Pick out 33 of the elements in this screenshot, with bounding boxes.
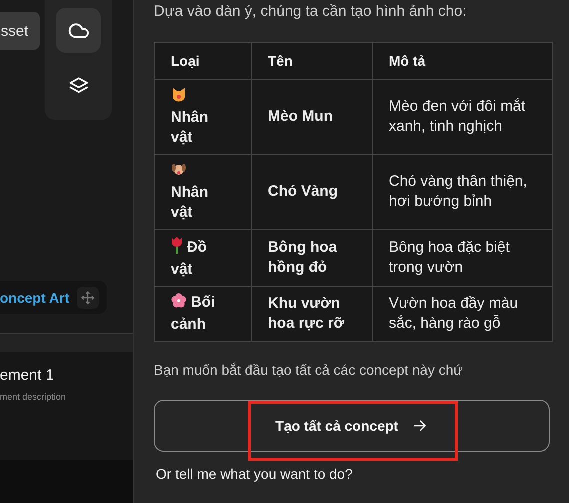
table-cell: Bông hoa đặc biệt trong vườn <box>372 230 552 286</box>
canvas-node[interactable]: oncept Art <box>0 281 108 314</box>
table-cell: Đồ vật <box>154 230 252 286</box>
blossom-icon <box>171 293 187 309</box>
asset-button[interactable]: sset <box>0 12 40 50</box>
table-cell: Mèo Mun <box>252 80 372 154</box>
element-title: ement 1 <box>0 367 56 384</box>
table-cell: Mèo đen với đôi mắt xanh, tinh nghịch <box>372 80 552 154</box>
arrow-right-icon <box>412 418 428 434</box>
node-label: oncept Art <box>0 290 70 306</box>
table-cell: Vườn hoa đầy màu sắc, hàng rào gỗ <box>372 286 552 342</box>
column-header: Tên <box>252 42 372 80</box>
move-button[interactable] <box>77 286 100 308</box>
question-text: Bạn muốn bắt đầu tạo tất cả các concept này chứ <box>154 362 464 378</box>
table-cell: Nhân vật <box>154 154 252 230</box>
dog-face-icon <box>171 161 187 177</box>
layers-icon <box>68 76 88 96</box>
cat-face-icon <box>171 86 187 102</box>
column-header: Mô tả <box>372 42 552 80</box>
table-cell: Khu vườn hoa rực rỡ <box>252 286 372 342</box>
tool-button[interactable] <box>56 8 101 53</box>
table-cell: Chó Vàng <box>252 154 372 230</box>
column-header: Loại <box>154 42 252 80</box>
table-cell: Nhân vật <box>154 80 252 154</box>
intro-text: Dựa vào dàn ý, chúng ta cần tạo hình ảnh cho: <box>154 2 468 21</box>
element-description: ment description <box>0 392 68 402</box>
create-all-button[interactable]: Tạo tất cả concept <box>154 400 550 452</box>
move-icon <box>81 290 96 304</box>
prompt-text: Or tell me what you want to do? <box>156 466 354 482</box>
element-card[interactable]: ement 1 ment description <box>0 352 133 460</box>
table-cell: Bối cảnh <box>154 286 252 342</box>
table-cell: Chó vàng thân thiện, hơi bướng bỉnh <box>372 154 552 230</box>
table-cell: Bông hoa hồng đỏ <box>252 230 372 286</box>
